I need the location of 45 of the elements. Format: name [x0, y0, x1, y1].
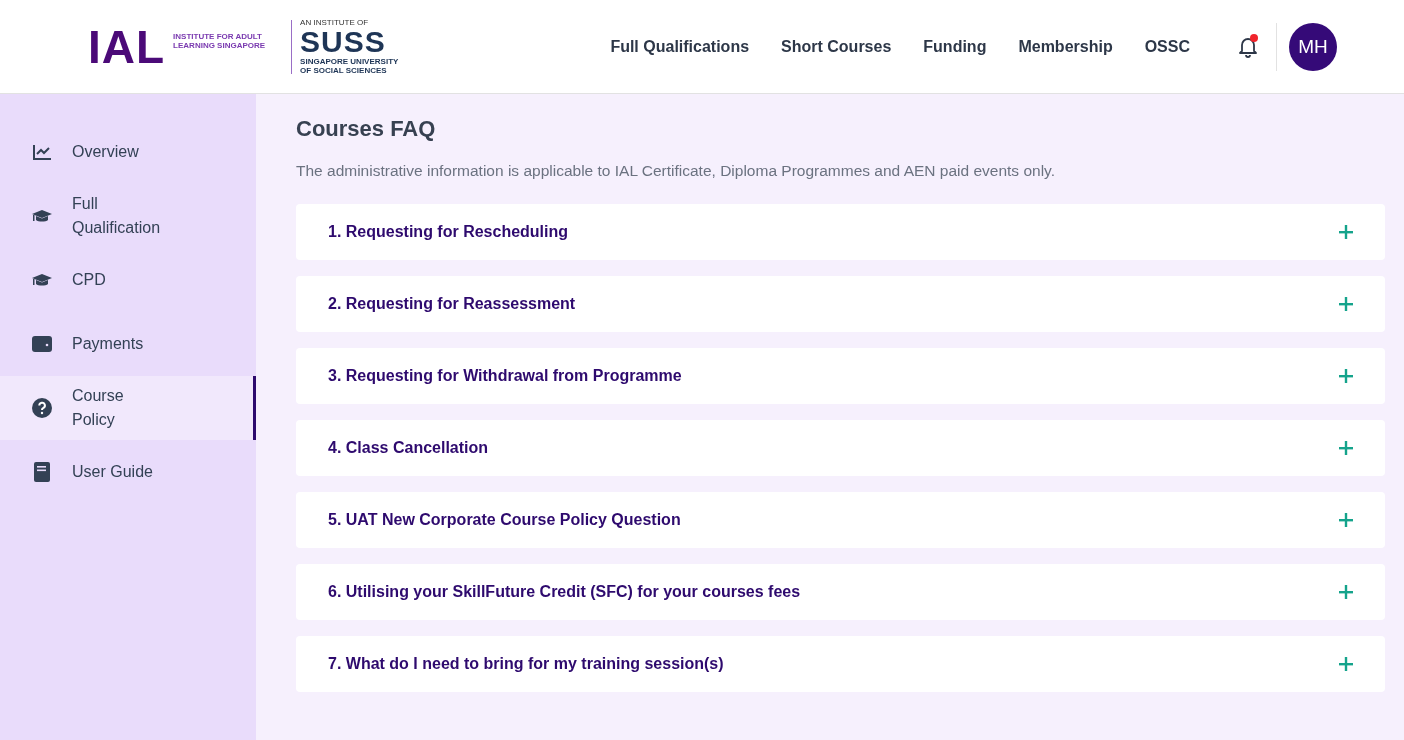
faq-item[interactable]: 4. Class Cancellation — [296, 420, 1385, 476]
faq-item[interactable]: 2. Requesting for Reassessment — [296, 276, 1385, 332]
question-icon — [32, 398, 52, 418]
plus-icon[interactable] — [1339, 585, 1353, 599]
faq-title: 2. Requesting for Reassessment — [328, 295, 576, 313]
intro-text: The administrative information is applicable to IAL Certificate, Diploma Programmes and AEN paid events only. — [296, 162, 1056, 180]
wallet-icon — [32, 334, 52, 354]
nav-link[interactable]: Membership — [1018, 37, 1113, 56]
book-icon — [32, 462, 52, 482]
faq-title: 3. Requesting for Withdrawal from Programme — [328, 367, 682, 385]
sidebar-item[interactable]: Full Qualification — [0, 184, 256, 248]
faq-item[interactable]: 5. UAT New Corporate Course Policy Question — [296, 492, 1385, 548]
sidebar-item[interactable]: User Guide — [0, 440, 256, 504]
plus-icon[interactable] — [1339, 657, 1353, 671]
page-title: Courses FAQ — [296, 116, 437, 142]
nav-link[interactable]: OSSC — [1144, 37, 1190, 56]
sidebar-item[interactable]: CPD — [0, 248, 256, 312]
faq-title: 5. UAT New Corporate Course Policy Question — [328, 511, 681, 529]
chart-icon — [32, 142, 52, 162]
plus-icon[interactable] — [1339, 225, 1353, 239]
plus-icon[interactable] — [1339, 441, 1353, 455]
faq-item[interactable]: 3. Requesting for Withdrawal from Programme — [296, 348, 1385, 404]
nav-link[interactable]: Funding — [923, 37, 987, 56]
faq-item[interactable]: 6. Utilising your SkillFuture Credit (SFC) for your courses fees — [296, 564, 1385, 620]
logo-mark: IAL — [88, 23, 166, 70]
faq-title: 7. What do I need to bring for my training session(s) — [328, 655, 724, 673]
nav-link[interactable]: Full Qualifications — [610, 37, 750, 56]
logo-tagline: INSTITUTE FOR ADULT LEARNING SINGAPORE — [173, 31, 267, 50]
faq-title: 1. Requesting for Rescheduling — [328, 223, 569, 241]
notification-bell-icon[interactable] — [1236, 33, 1260, 60]
faq-title: 4. Class Cancellation — [328, 439, 489, 457]
faq-item[interactable]: 7. What do I need to bring for my training session(s) — [296, 636, 1385, 692]
faq-item[interactable]: 1. Requesting for Rescheduling — [296, 204, 1385, 260]
partner-logo-text: SUSS — [300, 27, 387, 57]
plus-icon[interactable] — [1339, 297, 1353, 311]
nav-link[interactable]: Short Courses — [781, 37, 892, 56]
partner-prefix: AN INSTITUTE OF — [300, 18, 370, 27]
user-avatar[interactable]: MH — [1289, 22, 1337, 71]
plus-icon[interactable] — [1339, 513, 1353, 527]
sidebar-item[interactable]: Course Policy — [0, 376, 256, 440]
sidebar-item[interactable]: Overview — [0, 120, 256, 184]
plus-icon[interactable] — [1339, 369, 1353, 383]
partner-full-name: SINGAPORE UNIVERSITY OF SOCIAL SCIENCES — [300, 57, 400, 75]
sidebar-item[interactable]: Payments — [0, 312, 256, 376]
faq-title: 6. Utilising your SkillFuture Credit (SFC) for your courses fees — [328, 583, 801, 601]
